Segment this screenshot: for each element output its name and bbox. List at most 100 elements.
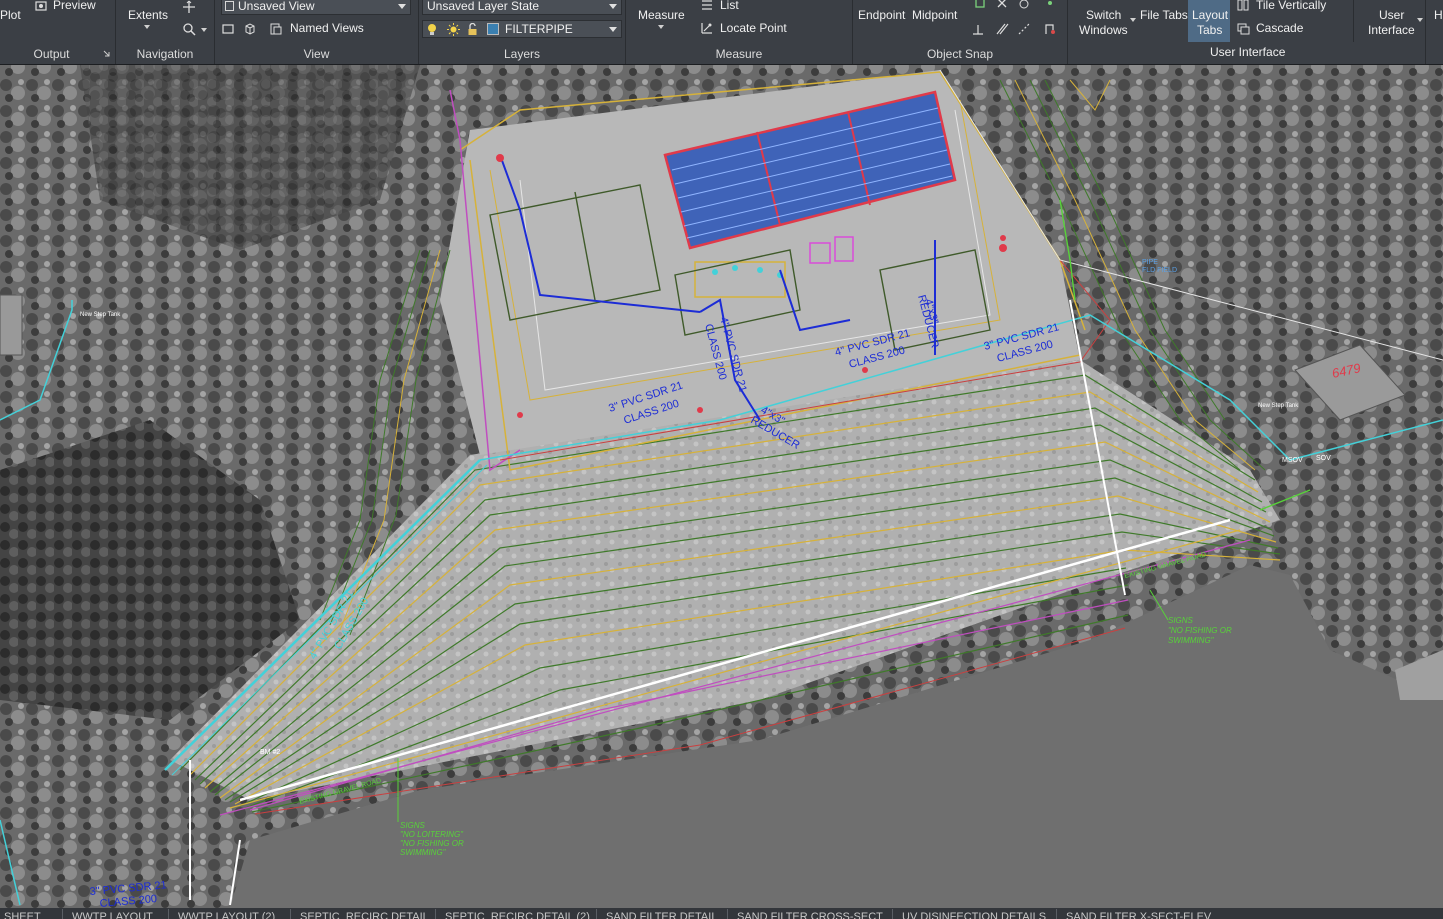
- help-button[interactable]: H: [1434, 8, 1443, 22]
- pipe-note: FLD FIELD: [1142, 267, 1177, 274]
- measure-panel: Measure List Locate Point Measure: [626, 0, 853, 64]
- sign-note-line: SWIMMING": [400, 848, 447, 857]
- snap-node-icon[interactable]: [1043, 0, 1057, 10]
- view-panel: Unsaved View Named Views View: [215, 0, 419, 64]
- tank-label-left: New Step Tank: [80, 312, 121, 318]
- endpoint-button[interactable]: Endpoint: [858, 8, 905, 22]
- view-combo[interactable]: Unsaved View: [221, 0, 411, 15]
- tile-vertically-button[interactable]: Tile Vertically: [1256, 0, 1326, 12]
- layout-tabs-label-line1: Layout: [1192, 8, 1229, 22]
- switch-windows-button-line1[interactable]: Switch: [1086, 8, 1121, 22]
- locate-point-button[interactable]: Locate Point: [720, 21, 787, 35]
- chevron-down-icon: [398, 4, 406, 9]
- snap-settings-icon[interactable]: [1043, 22, 1057, 36]
- layout-tab[interactable]: WWTP LAYOUT: [72, 908, 153, 919]
- layout-tab[interactable]: SHEET: [4, 908, 41, 919]
- snap-parallel-icon[interactable]: [995, 22, 1009, 36]
- layout-tab[interactable]: SAND FILTER X-SECT-ELEV: [1066, 908, 1211, 919]
- named-views-icon: [270, 23, 282, 35]
- chevron-down-icon: [609, 27, 617, 32]
- tab-separator: [62, 909, 63, 919]
- sign-note-line: "NO LOITERING": [400, 830, 464, 839]
- user-interface-button-line1[interactable]: User: [1379, 8, 1404, 22]
- snap-endpoint-icon[interactable]: [973, 0, 987, 10]
- layer-combo[interactable]: FILTERPIPE: [422, 20, 622, 38]
- preview-button[interactable]: Preview: [53, 0, 96, 12]
- house-left: [0, 294, 23, 356]
- zoom-icon[interactable]: [182, 22, 196, 36]
- layout-tab[interactable]: SAND FILTER CROSS-SECT: [737, 908, 883, 919]
- view-combo-value: Unsaved View: [238, 0, 315, 13]
- snap-perpendicular-icon[interactable]: [971, 22, 985, 36]
- midpoint-button[interactable]: Midpoint: [912, 8, 957, 22]
- drawing-canvas[interactable]: 3" PVC SDR 21 CLASS 200 4" PVC SDR 21 CL…: [0, 65, 1443, 908]
- sign-note-line: SIGNS: [400, 821, 426, 830]
- measure-panel-title: Measure: [715, 47, 763, 61]
- sign-note-line: SIGNS: [1168, 616, 1194, 625]
- layout-tab-bar: SHEET WWTP LAYOUT WWTP LAYOUT (2) SEPTIC_RE…: [0, 908, 1443, 919]
- layout-tab[interactable]: WWTP LAYOUT (2): [178, 908, 275, 919]
- dialog-launcher-icon[interactable]: [103, 50, 110, 57]
- output-panel: Plot Preview Output: [0, 0, 116, 64]
- sign-note-line: "NO FISHING OR: [400, 839, 464, 848]
- user-interface-dropdown-icon[interactable]: [1417, 18, 1423, 22]
- plot-button[interactable]: Plot: [0, 8, 21, 22]
- preview-icon: [35, 1, 47, 11]
- tab-separator: [596, 909, 597, 919]
- tab-separator: [727, 909, 728, 919]
- cascade-icon: [1237, 23, 1250, 35]
- navigation-panel: Extents Navigation: [116, 0, 215, 64]
- ribbon: Plot Preview Output Extents Navigation U…: [0, 0, 1443, 65]
- chevron-down-icon: [609, 4, 617, 9]
- snap-intersection-icon[interactable]: [995, 0, 1009, 10]
- navigation-panel-title: Navigation: [136, 47, 194, 61]
- layers-panel: Unsaved Layer State FILTERPIPE Layers: [419, 0, 626, 64]
- tile-vertically-icon: [1237, 0, 1249, 11]
- sov-label: SOV: [1316, 455, 1331, 462]
- viewport-icon[interactable]: [221, 22, 235, 36]
- pan-icon[interactable]: [182, 0, 196, 14]
- lightbulb-icon: [428, 24, 436, 35]
- tab-separator: [1056, 909, 1057, 919]
- layer-color-swatch: [487, 23, 499, 35]
- panel-divider: [1353, 0, 1354, 42]
- msov-label: MSOV: [1282, 457, 1303, 464]
- layout-tabs-button[interactable]: Layout Tabs: [1188, 0, 1230, 42]
- named-views-button[interactable]: Named Views: [290, 21, 364, 35]
- extents-button[interactable]: Extents: [128, 8, 168, 22]
- view-cube-icon[interactable]: [243, 22, 257, 36]
- sign-note-line: "NO FISHING OR: [1168, 626, 1232, 635]
- file-tabs-button[interactable]: File Tabs: [1140, 8, 1188, 22]
- sign-note-line: SWIMMING": [1168, 636, 1215, 645]
- zoom-dropdown-icon[interactable]: [201, 28, 207, 32]
- list-button[interactable]: List: [720, 0, 739, 12]
- locate-point-icon: [701, 23, 712, 34]
- extents-dropdown-icon[interactable]: [144, 25, 150, 29]
- view-panel-title: View: [303, 47, 330, 61]
- layout-tab[interactable]: UV DISINFECTION DETAILS: [902, 908, 1046, 919]
- layer-state-combo[interactable]: Unsaved Layer State: [422, 0, 622, 15]
- tab-separator: [168, 909, 169, 919]
- measure-dropdown-icon[interactable]: [658, 25, 664, 29]
- user-interface-button-line2[interactable]: Interface: [1368, 23, 1415, 37]
- layout-tabs-label-line2: Tabs: [1197, 23, 1223, 37]
- list-icon: [702, 0, 712, 10]
- switch-windows-button-line2[interactable]: Windows: [1079, 23, 1128, 37]
- layout-tab[interactable]: SEPTIC_RECIRC DETAIL: [300, 908, 429, 919]
- cascade-button[interactable]: Cascade: [1256, 21, 1303, 35]
- layer-state-value: Unsaved Layer State: [427, 0, 540, 13]
- tank-label-right: New Step Tank: [1258, 403, 1299, 409]
- snap-extension-icon[interactable]: [1017, 22, 1031, 36]
- view-icon: [225, 1, 234, 11]
- snap-tangent-icon[interactable]: [1017, 0, 1031, 10]
- layers-panel-title: Layers: [503, 47, 541, 61]
- sun-icon: [447, 23, 460, 36]
- measure-button[interactable]: Measure: [638, 8, 685, 22]
- cad-drawing[interactable]: 3" PVC SDR 21 CLASS 200 4" PVC SDR 21 CL…: [0, 65, 1443, 908]
- object-snap-panel: Endpoint Midpoint Object Snap: [853, 0, 1068, 64]
- tab-separator: [892, 909, 893, 919]
- user-interface-panel-title: User Interface: [1210, 45, 1286, 59]
- layout-tab[interactable]: SAND FILTER DETAIL: [606, 908, 717, 919]
- layout-tab[interactable]: SEPTIC_RECIRC DETAIL (2): [445, 908, 590, 919]
- switch-windows-dropdown-icon[interactable]: [1130, 18, 1136, 22]
